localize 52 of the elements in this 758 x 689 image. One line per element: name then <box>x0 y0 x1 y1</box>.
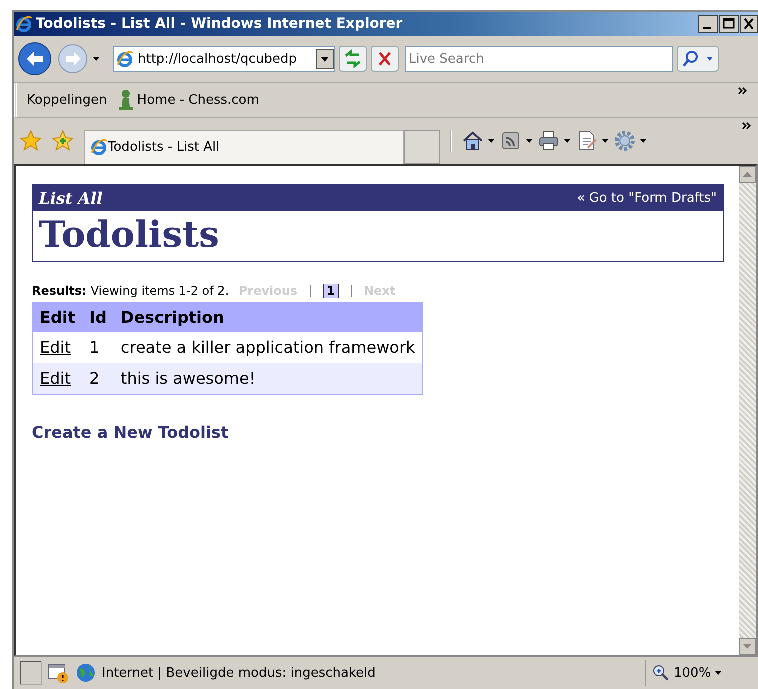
globe-icon <box>76 663 96 683</box>
table-cell: 2 <box>82 363 114 394</box>
results-text: Viewing items 1-2 of 2. <box>90 284 230 298</box>
link-item[interactable]: Home - Chess.com <box>119 89 260 111</box>
refresh-icon[interactable] <box>339 46 367 72</box>
table-cell: create a killer application framework <box>114 332 423 363</box>
caret-icon[interactable] <box>640 138 648 144</box>
page-icon <box>91 139 108 156</box>
browser-tab[interactable]: Todolists - List All <box>84 130 404 164</box>
table-cell: 1 <box>82 332 114 363</box>
page-subtitle: List All <box>39 188 103 208</box>
caret-icon[interactable] <box>488 138 496 144</box>
page-icon <box>117 50 134 68</box>
address-field[interactable]: http://localhost/qcubedp <box>113 46 335 72</box>
column-header: Edit <box>32 302 83 332</box>
column-header: Description <box>114 302 423 332</box>
print-icon[interactable] <box>538 130 560 152</box>
back-icon[interactable] <box>17 41 53 77</box>
maximize-icon[interactable] <box>719 15 739 33</box>
links-label[interactable]: Koppelingen <box>27 92 108 108</box>
chevron-icon[interactable] <box>742 122 752 130</box>
security-zone[interactable]: Internet | Beveiligde modus: ingeschakeld <box>76 660 646 686</box>
caret-icon[interactable] <box>564 138 572 144</box>
window-title: Todolists - List All - Windows Internet Explorer <box>36 16 404 32</box>
home-icon[interactable] <box>462 130 484 152</box>
star-icon[interactable] <box>20 130 42 152</box>
create-link[interactable]: Create a New Todolist <box>32 423 229 442</box>
results-label: Results: <box>32 284 87 298</box>
popup-warning-icon[interactable] <box>48 662 70 684</box>
zoom-control[interactable]: 100% <box>652 664 752 682</box>
chevron-icon[interactable] <box>738 87 748 95</box>
caret-icon[interactable] <box>93 56 101 62</box>
minimize-icon[interactable] <box>698 15 718 33</box>
caret-icon[interactable] <box>526 138 534 144</box>
close-icon[interactable] <box>740 15 758 33</box>
zoom-icon <box>652 664 670 682</box>
browser-logo-icon <box>16 16 33 32</box>
caret-icon <box>715 670 724 676</box>
dropdown-icon[interactable] <box>316 49 334 69</box>
column-header: Id <box>82 302 114 332</box>
search-icon[interactable] <box>677 46 719 72</box>
search-field[interactable]: Live Search <box>405 46 673 72</box>
table-cell: this is awesome! <box>114 363 423 394</box>
feed-icon[interactable] <box>500 130 522 152</box>
pawn-icon <box>119 89 134 111</box>
status-pane <box>20 661 42 685</box>
edit-link[interactable]: Edit <box>40 338 71 357</box>
stop-icon[interactable] <box>371 46 399 72</box>
back-link[interactable]: « Go to "Form Drafts" <box>577 190 717 206</box>
caret-icon[interactable] <box>602 138 610 144</box>
page-heading: Todolists <box>38 213 220 258</box>
page-number[interactable]: 1 <box>322 284 339 298</box>
